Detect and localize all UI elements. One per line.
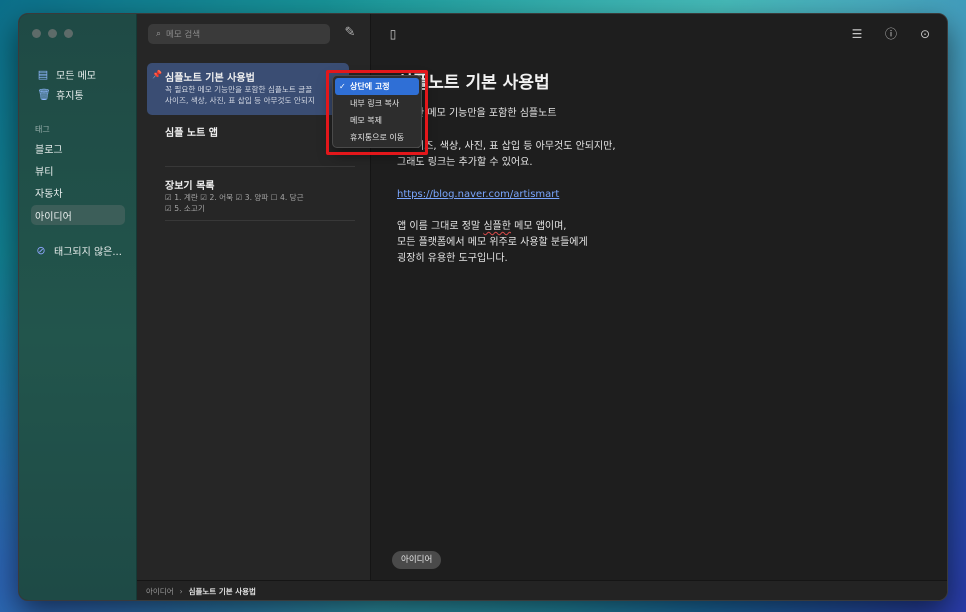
note-preview: 꼭 필요한 메모 기능만을 포함한 심플노트 글꼴	[165, 85, 313, 94]
search-input[interactable]: ⌕ 메모 검색	[148, 24, 330, 44]
note-preview: ☑ 5. 소고기	[165, 204, 205, 213]
sidebar-tag-beauty[interactable]: 뷰티	[35, 160, 131, 180]
note-title: 심플 노트 앱	[165, 128, 218, 139]
list-divider	[165, 166, 355, 167]
app-window: ▤ 모든 메모 🗑 휴지통 태그 블로그 뷰티 자동차 아이디어 ⊘ 태그되지 …	[18, 13, 948, 601]
tags-heading: 태그	[35, 125, 50, 134]
breadcrumb: 아이디어 › 심플노트 기본 사용법	[137, 580, 947, 600]
tag-label: 뷰티	[35, 166, 54, 178]
sidebar-tag-car[interactable]: 자동차	[35, 182, 131, 202]
tag-chip[interactable]: 아이디어	[392, 551, 442, 569]
new-note-button[interactable]: ✎	[342, 25, 358, 41]
search-icon: ⌕	[156, 29, 162, 39]
list-item[interactable]: 장보기 목록 ☑ 1. 계란 ☑ 2. 어묵 ☑ 3. 양파 ☐ 4. 당근 ☑…	[147, 171, 349, 217]
trash-icon: 🗑	[37, 87, 51, 101]
list-divider	[165, 220, 355, 221]
note-text: 모든 플랫폼에서 메모 위주로 사용할 분들에게	[397, 237, 588, 248]
list-item[interactable]: 심플 노트 앱	[147, 118, 349, 164]
note-text: 한 메모 기능만을 포함한 심플노트	[415, 108, 557, 119]
sidebar-item-label: 휴지통	[56, 90, 84, 102]
breadcrumb-current: 심플노트 기본 사용법	[188, 587, 256, 596]
tag-label: 자동차	[35, 188, 63, 200]
more-button[interactable]: ⊙	[916, 25, 934, 43]
search-placeholder: 메모 검색	[166, 30, 201, 40]
info-button[interactable]: ⓘ	[882, 25, 900, 43]
note-preview: ☑ 1. 계란 ☑ 2. 어묵 ☑ 3. 양파 ☐ 4. 당근	[165, 193, 304, 202]
sidebar-item-all-notes[interactable]: ▤ 모든 메모	[31, 64, 127, 84]
toggle-sidebar-button[interactable]: ▯	[384, 25, 402, 43]
minimize-window-button[interactable]	[48, 29, 57, 38]
untagged-icon: ⊘	[36, 243, 46, 257]
note-text: 이즈, 색상, 사진, 표 삽입 등 아무것도 안되지만,	[415, 141, 616, 152]
misspelled-word[interactable]: 심플한	[483, 221, 511, 232]
compose-icon: ✎	[344, 25, 356, 40]
text-run: 메모 앱이며,	[510, 221, 567, 232]
list-item[interactable]: 📌 심플노트 기본 사용법 꼭 필요한 메모 기능만을 포함한 심플노트 글꼴 …	[147, 63, 349, 115]
sidebar-toggle-icon: ▯	[389, 27, 397, 41]
sidebar: ▤ 모든 메모 🗑 휴지통 태그 블로그 뷰티 자동차 아이디어 ⊘ 태그되지 …	[19, 14, 137, 600]
note-title: 장보기 목록	[165, 181, 215, 192]
sidebar-item-label: 모든 메모	[56, 70, 96, 82]
note-text: 그래도 링크는 추가할 수 있어요.	[397, 157, 533, 168]
checklist-icon: ☰	[851, 27, 863, 41]
tag-label: 아이디어	[35, 211, 72, 223]
text-run: 앱 이름 그대로 정말	[397, 221, 484, 232]
sidebar-item-trash[interactable]: 🗑 휴지통	[31, 84, 127, 104]
sidebar-item-label: 태그되지 않은...	[54, 246, 122, 258]
sidebar-tag-blog[interactable]: 블로그	[35, 138, 131, 158]
note-text: 굉장히 유용한 도구입니다.	[397, 253, 508, 264]
sidebar-item-untagged[interactable]: ⊘ 태그되지 않은...	[35, 240, 131, 260]
note-text: 앱 이름 그대로 정말 심플한 메모 앱이며,	[397, 219, 566, 235]
info-icon: ⓘ	[884, 27, 897, 41]
tag-label: 블로그	[35, 144, 63, 156]
checklist-button[interactable]: ☰	[848, 25, 866, 43]
notes-icon: ▤	[37, 67, 49, 81]
zoom-window-button[interactable]	[64, 29, 73, 38]
annotation-highlight-box	[326, 70, 428, 155]
note-link[interactable]: https://blog.naver.com/artismart	[397, 187, 559, 203]
note-title: 심플노트 기본 사용법	[165, 73, 255, 84]
breadcrumb-parent[interactable]: 아이디어	[146, 586, 174, 597]
close-window-button[interactable]	[32, 29, 41, 38]
sidebar-tag-idea[interactable]: 아이디어	[31, 205, 125, 225]
note-preview: 사이즈, 색상, 사진, 표 삽입 등 아무것도 안되지	[165, 96, 315, 105]
pin-icon: 📌	[152, 70, 162, 79]
editor: ▯ ☰ ⓘ ⊙ 심플노트 기본 사용법 한 메모 기능만을 포함한 심플노트 이…	[371, 14, 947, 580]
more-icon: ⊙	[919, 27, 931, 41]
window-controls	[32, 29, 73, 38]
breadcrumb-separator: ›	[179, 587, 183, 596]
